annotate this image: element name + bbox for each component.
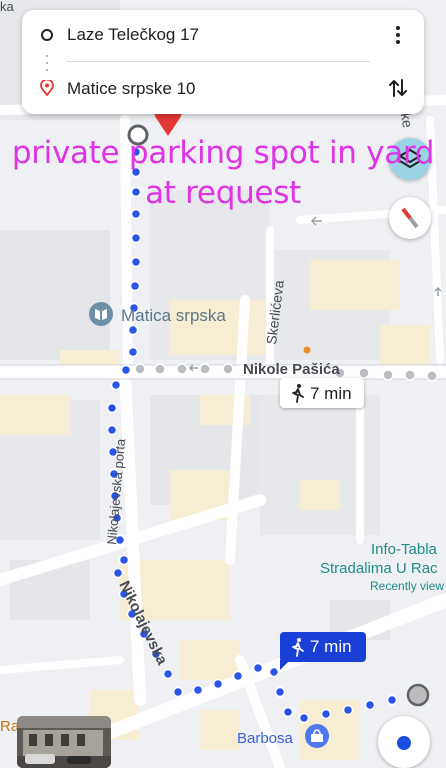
badge-tail <box>280 660 290 670</box>
poi-dot-icon <box>303 346 311 354</box>
destination-row[interactable]: Matice srpske 10 <box>22 64 424 114</box>
street-view-image <box>17 716 111 768</box>
origin-input[interactable]: Laze Telečkog 17 <box>67 25 199 45</box>
walk-time-1: 7 min <box>310 384 352 403</box>
poi-info-line1[interactable]: Info-Tabla <box>371 541 438 558</box>
origin-circle-icon <box>41 29 53 41</box>
my-location-button[interactable] <box>378 716 430 768</box>
walk-time-badge-2[interactable]: 7 min <box>280 632 366 670</box>
walk-time-2: 7 min <box>310 637 352 656</box>
walking-icon <box>292 638 304 657</box>
street-top-partial: ka <box>0 0 15 14</box>
walk-time-badge-1[interactable]: 7 min <box>280 378 364 408</box>
overlay-caption-line1: private parking spot in yard <box>11 135 435 171</box>
poi-info-line3: Recently view <box>370 579 444 593</box>
compass-button[interactable] <box>389 197 431 239</box>
poi-info-line2[interactable]: Stradalima U Rac <box>320 560 438 577</box>
street-nikole-pasica: Nikole Pašića <box>243 361 340 378</box>
shopping-bag-icon[interactable] <box>305 724 329 748</box>
overlay-caption-line2: at request <box>145 175 301 211</box>
walking-icon <box>292 384 304 403</box>
destination-input[interactable]: Matice srpske 10 <box>67 79 196 99</box>
more-vert-icon[interactable] <box>388 24 408 46</box>
end-marker-icon[interactable] <box>406 683 430 707</box>
book-place-icon[interactable] <box>89 302 113 326</box>
poi-barbosa-label[interactable]: Barbosa <box>237 730 294 747</box>
my-location-icon <box>397 736 411 750</box>
map-canvas[interactable]: Matica srpska Nikole Pašića Skerlićeva N… <box>0 0 446 768</box>
place-name-matica: Matica srpska <box>121 306 226 325</box>
origin-row[interactable]: Laze Telečkog 17 <box>22 10 424 60</box>
street-view-thumbnail[interactable] <box>17 716 111 768</box>
swap-vert-icon[interactable] <box>386 76 410 100</box>
location-pin-icon <box>40 80 54 96</box>
route-divider <box>66 61 370 62</box>
compass-icon <box>401 207 419 229</box>
route-card: Laze Telečkog 17 Matice srpske 10 <box>22 10 424 114</box>
